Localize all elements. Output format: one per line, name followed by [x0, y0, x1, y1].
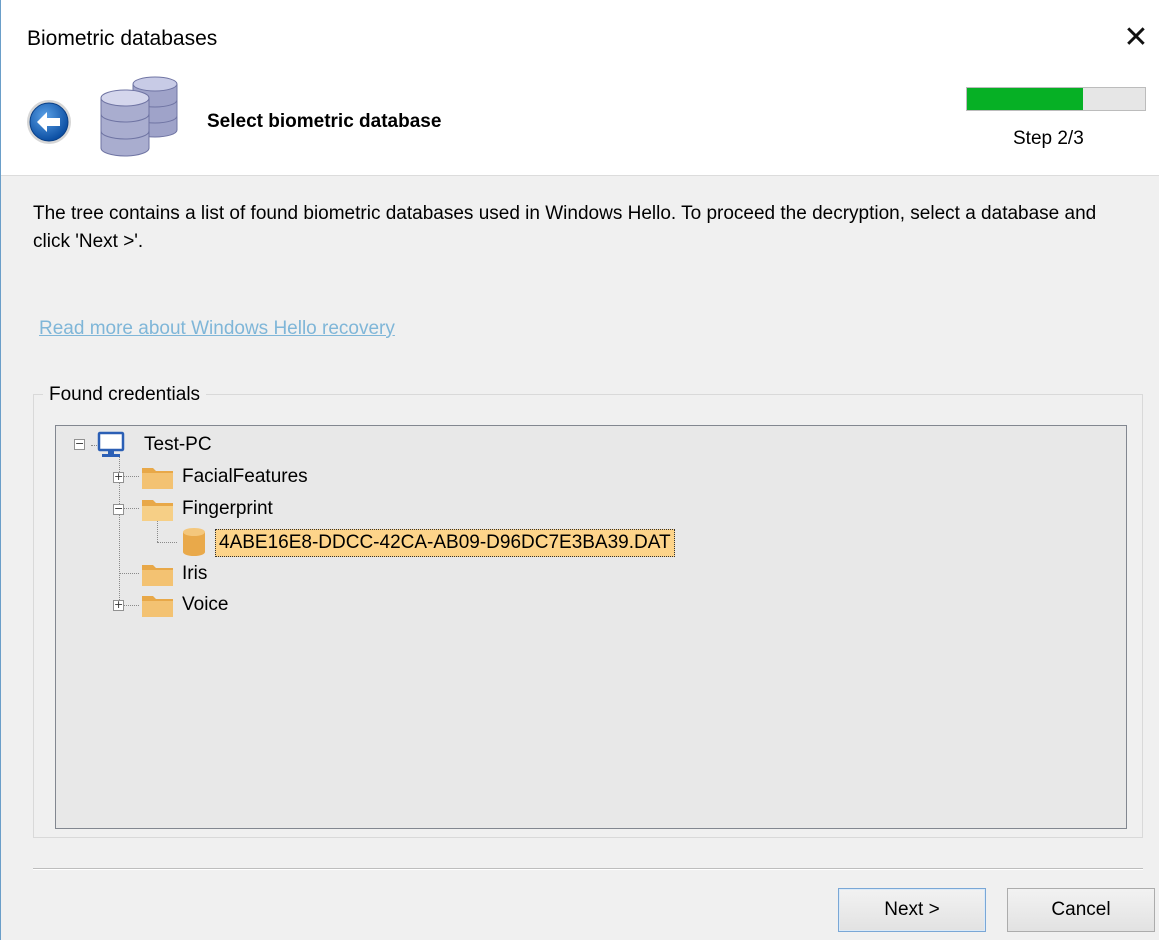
credentials-tree[interactable]: − Test-PC + FacialFeatures − Fingerprint…	[55, 425, 1127, 829]
group-label: Found credentials	[43, 384, 207, 406]
step-title: Select biometric database	[207, 111, 442, 132]
window-title: Biometric databases	[27, 27, 218, 50]
expand-toggle-voice[interactable]: +	[113, 599, 124, 611]
tree-node-database-file[interactable]: 4ABE16E8-DDCC-42CA-AB09-D96DC7E3BA39.DAT	[215, 529, 675, 557]
close-icon[interactable]: ✕	[1121, 18, 1151, 58]
cancel-button[interactable]: Cancel	[1007, 888, 1155, 932]
tree-node-root[interactable]: Test-PC	[144, 432, 212, 458]
progress-fill	[967, 88, 1083, 110]
collapse-toggle-fingerprint[interactable]: −	[113, 503, 124, 515]
tree-connector	[157, 542, 177, 543]
footer-separator	[33, 868, 1143, 870]
wizard-header: Select biometric database Step 2/3	[1, 76, 1159, 176]
folder-icon	[142, 596, 173, 617]
title-bar: Biometric databases ✕	[1, 0, 1159, 78]
collapse-toggle-root[interactable]: −	[74, 438, 85, 450]
computer-icon	[97, 431, 125, 457]
expand-toggle-facialfeatures[interactable]: +	[113, 471, 124, 483]
step-counter: Step 2/3	[1013, 128, 1084, 149]
read-more-link[interactable]: Read more about Windows Hello recovery	[39, 318, 395, 340]
database-stack-icon	[100, 76, 178, 157]
wizard-progress-bar	[966, 87, 1146, 111]
tree-node-voice[interactable]: Voice	[182, 592, 228, 618]
tree-node-fingerprint[interactable]: Fingerprint	[182, 496, 273, 522]
description-text: The tree contains a list of found biomet…	[33, 203, 1097, 252]
tree-connector	[119, 573, 139, 574]
folder-open-icon	[142, 500, 173, 521]
database-file-icon	[183, 528, 205, 556]
back-arrow-icon[interactable]	[25, 98, 73, 146]
next-button[interactable]: Next >	[838, 888, 986, 932]
tree-node-facialfeatures[interactable]: FacialFeatures	[182, 464, 308, 490]
tree-node-iris[interactable]: Iris	[182, 561, 207, 587]
dialog-window: Biometric databases ✕ Select biometric d…	[0, 0, 1159, 940]
folder-icon	[142, 468, 173, 489]
folder-icon	[142, 565, 173, 586]
